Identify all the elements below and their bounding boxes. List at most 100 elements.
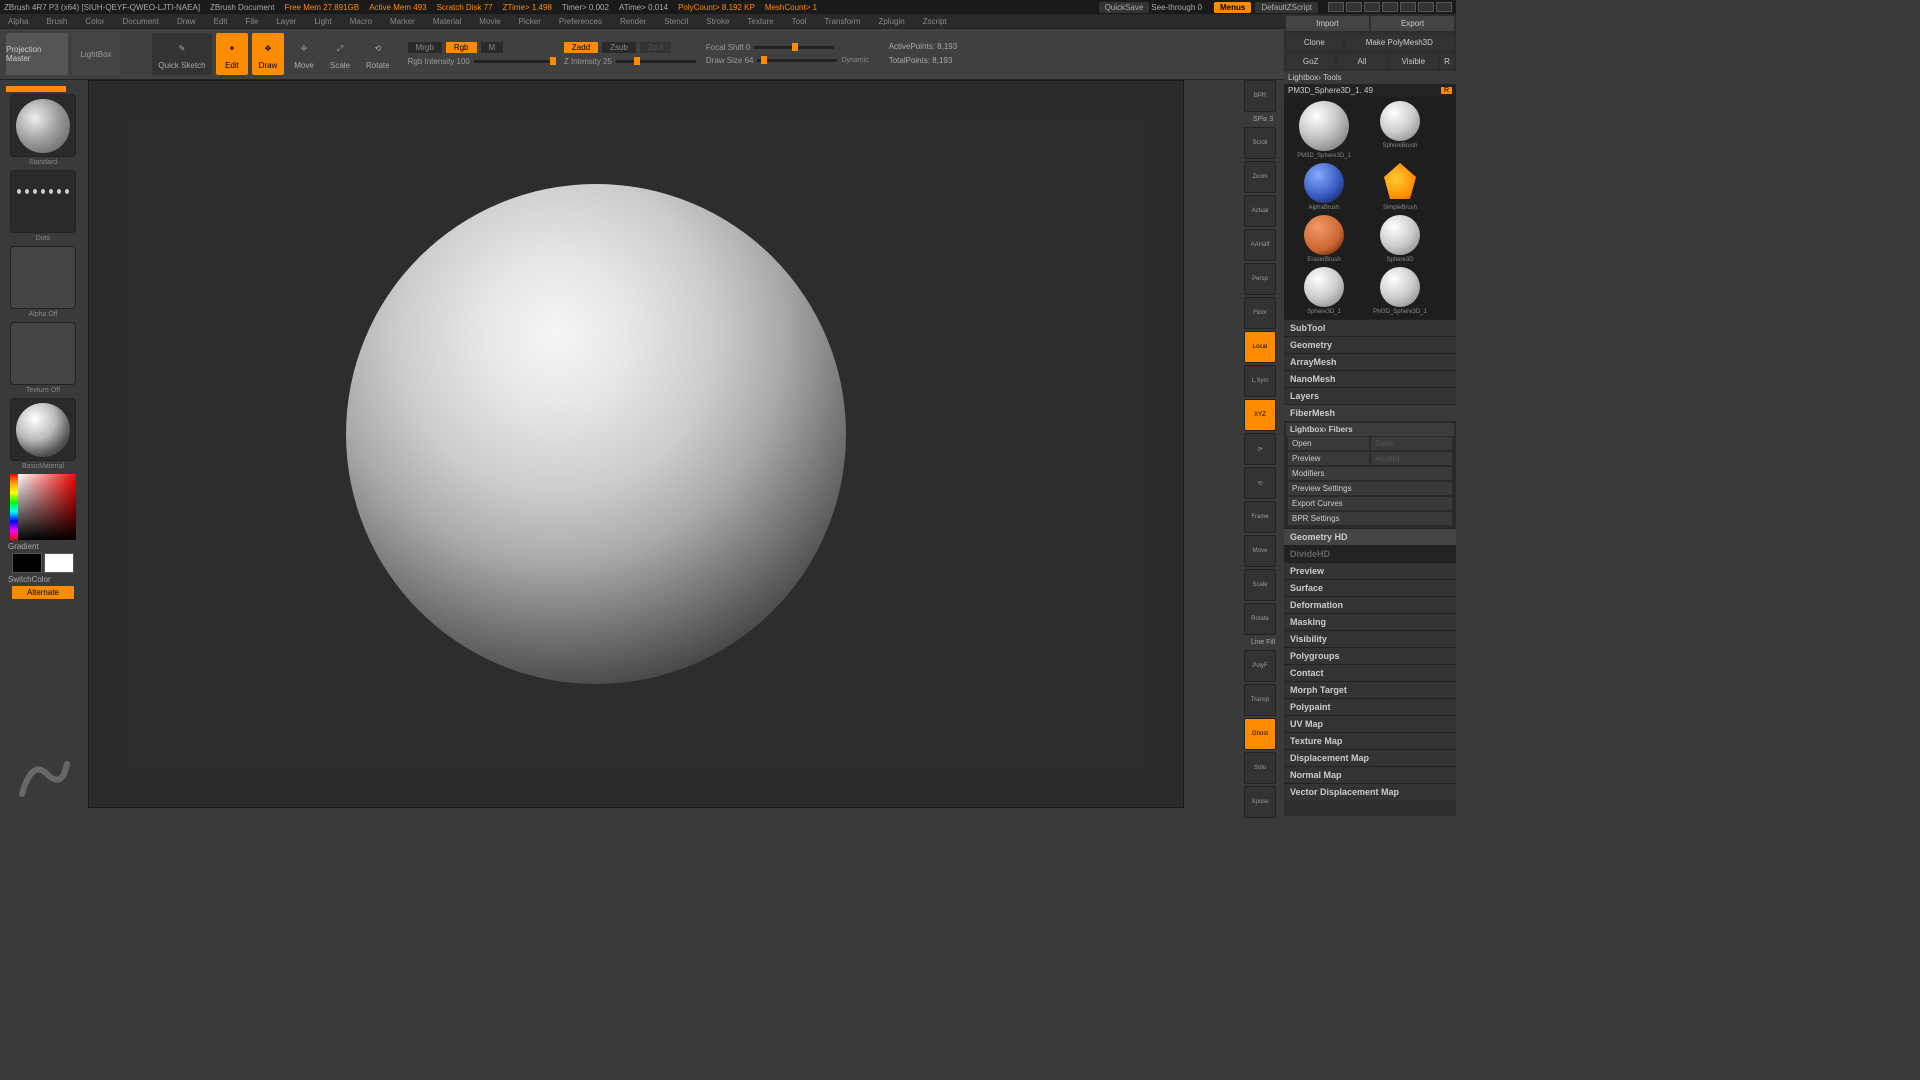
- section-visibility[interactable]: Visibility: [1284, 630, 1456, 647]
- scale-button[interactable]: ⤢ Scale: [324, 33, 356, 75]
- fiber-preview-button[interactable]: Preview: [1288, 452, 1369, 465]
- secondary-color-swatch[interactable]: [12, 553, 42, 573]
- primary-color-swatch[interactable]: [44, 553, 74, 573]
- menu-marker[interactable]: Marker: [390, 17, 415, 26]
- import-button[interactable]: Import: [1286, 16, 1369, 31]
- section-polygroups[interactable]: Polygroups: [1284, 647, 1456, 664]
- export-button[interactable]: Export: [1371, 16, 1454, 31]
- transp-button[interactable]: Transp: [1244, 684, 1276, 716]
- focal-shift-slider[interactable]: [754, 46, 834, 49]
- tool-thumb[interactable]: Sphere3D: [1364, 215, 1436, 263]
- menu-zscript[interactable]: Zscript: [923, 17, 947, 26]
- section-layers[interactable]: Layers: [1284, 387, 1456, 404]
- section-uv-map[interactable]: UV Map: [1284, 715, 1456, 732]
- goz-r-button[interactable]: R: [1440, 54, 1454, 69]
- minimize-icon[interactable]: [1400, 2, 1416, 12]
- actual-button[interactable]: Actual: [1244, 195, 1276, 227]
- fiber-export-curves[interactable]: Export Curves: [1288, 497, 1452, 510]
- local-button[interactable]: Local: [1244, 331, 1276, 363]
- brush-picker[interactable]: [10, 94, 76, 157]
- menu-draw[interactable]: Draw: [177, 17, 196, 26]
- gradient-label[interactable]: Gradient: [8, 542, 78, 551]
- sphere-mesh[interactable]: [346, 184, 846, 684]
- section-nanomesh[interactable]: NanoMesh: [1284, 370, 1456, 387]
- move-button[interactable]: ✢ Move: [288, 33, 320, 75]
- clone-button[interactable]: Clone: [1286, 35, 1343, 50]
- projection-master-button[interactable]: Projection Master: [6, 33, 68, 75]
- menu-transform[interactable]: Transform: [824, 17, 860, 26]
- active-tool-name[interactable]: PM3D_Sphere3D_1. 49 R: [1284, 84, 1456, 97]
- menu-light[interactable]: Light: [314, 17, 331, 26]
- section-polypaint[interactable]: Polypaint: [1284, 698, 1456, 715]
- draw-button[interactable]: ✥ Draw: [252, 33, 284, 75]
- stroke-picker[interactable]: [10, 170, 76, 233]
- section-masking[interactable]: Masking: [1284, 613, 1456, 630]
- color-picker[interactable]: [10, 474, 76, 540]
- fiber-accept-button[interactable]: Accept: [1371, 452, 1452, 465]
- menu-layer[interactable]: Layer: [276, 17, 296, 26]
- frame-button[interactable]: Frame: [1244, 501, 1276, 533]
- zsub-button[interactable]: Zsub: [602, 42, 636, 53]
- zadd-button[interactable]: Zadd: [564, 42, 598, 53]
- section-deformation[interactable]: Deformation: [1284, 596, 1456, 613]
- menu-texture[interactable]: Texture: [747, 17, 773, 26]
- switch-color-button[interactable]: SwitchColor: [8, 575, 78, 584]
- scroll-button[interactable]: Scroll: [1244, 127, 1276, 159]
- maximize-icon[interactable]: [1418, 2, 1434, 12]
- edit-button[interactable]: ✦ Edit: [216, 33, 248, 75]
- tool-thumb[interactable]: Sphere3D_1: [1288, 267, 1360, 315]
- lightbox-tools-header[interactable]: Lightbox› Tools: [1284, 71, 1456, 84]
- menu-color[interactable]: Color: [85, 17, 104, 26]
- rotate-y-button[interactable]: ⟳: [1244, 433, 1276, 465]
- quicksave-button[interactable]: QuickSave: [1099, 2, 1150, 13]
- tool-thumb[interactable]: PM3D_Sphere3D_1: [1364, 267, 1436, 315]
- section-geometry[interactable]: Geometry: [1284, 336, 1456, 353]
- menu-preferences[interactable]: Preferences: [559, 17, 602, 26]
- rgb-intensity-slider[interactable]: [474, 60, 554, 63]
- m-button[interactable]: M: [481, 42, 504, 53]
- zoom-button[interactable]: Zoom: [1244, 161, 1276, 193]
- rotate-button[interactable]: ⟲ Rotate: [360, 33, 396, 75]
- menu-macro[interactable]: Macro: [350, 17, 372, 26]
- scale-nav-button[interactable]: Scale: [1244, 569, 1276, 601]
- rotate-z-button[interactable]: ⟲: [1244, 467, 1276, 499]
- fiber-preview-settings[interactable]: Preview Settings: [1288, 482, 1452, 495]
- lightbox-fibers-header[interactable]: Lightbox› Fibers: [1286, 423, 1454, 436]
- material-picker[interactable]: [10, 398, 76, 461]
- tool-r-button[interactable]: R: [1441, 87, 1452, 94]
- tray-handle[interactable]: [6, 86, 66, 92]
- section-morph-target[interactable]: Morph Target: [1284, 681, 1456, 698]
- alpha-picker[interactable]: [10, 246, 76, 309]
- window-icon-1[interactable]: [1328, 2, 1344, 12]
- menu-zplugin[interactable]: Zplugin: [878, 17, 904, 26]
- section-normal-map[interactable]: Normal Map: [1284, 766, 1456, 783]
- persp-button[interactable]: Persp: [1244, 263, 1276, 295]
- tool-thumb[interactable]: PM3D_Sphere3D_1: [1288, 101, 1360, 159]
- zcut-button[interactable]: Zcut: [640, 42, 672, 53]
- spix-label[interactable]: SPix 3: [1244, 114, 1282, 125]
- fiber-open-button[interactable]: Open: [1288, 437, 1369, 450]
- section-geometry-hd[interactable]: Geometry HD: [1284, 528, 1456, 545]
- fiber-modifiers[interactable]: Modifiers: [1288, 467, 1452, 480]
- section-displacement-map[interactable]: Displacement Map: [1284, 749, 1456, 766]
- xpose-button[interactable]: Xpose: [1244, 786, 1276, 818]
- section-surface[interactable]: Surface: [1284, 579, 1456, 596]
- goz-all-button[interactable]: All: [1337, 54, 1386, 69]
- menu-picker[interactable]: Picker: [519, 17, 541, 26]
- mrgb-button[interactable]: Mrgb: [408, 42, 442, 53]
- canvas[interactable]: [88, 80, 1184, 808]
- section-dividehd[interactable]: DivideHD: [1284, 545, 1456, 562]
- fiber-bpr-settings[interactable]: BPR Settings: [1288, 512, 1452, 525]
- menu-brush[interactable]: Brush: [46, 17, 67, 26]
- goz-visible-button[interactable]: Visible: [1389, 54, 1438, 69]
- default-zscript[interactable]: DefaultZScript: [1255, 2, 1318, 13]
- section-contact[interactable]: Contact: [1284, 664, 1456, 681]
- window-icon-2[interactable]: [1346, 2, 1362, 12]
- menu-alpha[interactable]: Alpha: [8, 17, 28, 26]
- menu-document[interactable]: Document: [123, 17, 159, 26]
- floor-button[interactable]: Floor: [1244, 297, 1276, 329]
- see-through[interactable]: See-through 0: [1151, 3, 1202, 12]
- aahalf-button[interactable]: AAHalf: [1244, 229, 1276, 261]
- menu-tool[interactable]: Tool: [792, 17, 807, 26]
- texture-picker[interactable]: [10, 322, 76, 385]
